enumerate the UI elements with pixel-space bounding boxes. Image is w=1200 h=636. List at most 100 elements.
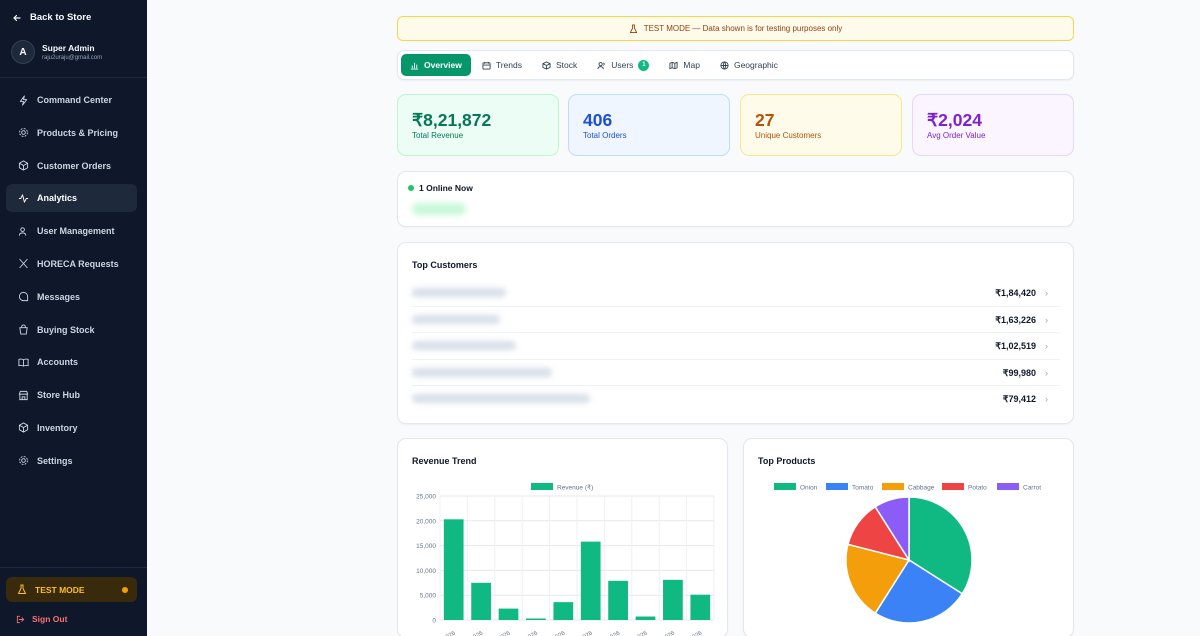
test-mode-toggle[interactable]: TEST MODE [6,577,137,602]
bar [690,594,711,620]
bag-icon [19,324,28,335]
book-icon [18,358,29,367]
sidebar-item-label: Messages [37,291,81,302]
sidebar-item-user-management[interactable]: User Management [6,217,137,245]
top-products-chart: Onion Tomato Cabbage Potato Carrot [774,483,1041,624]
stat-card-total-orders: 406 Total Orders [568,94,730,156]
bar [553,602,574,620]
divider [0,77,147,78]
stat-value: ₹8,21,872 [412,110,492,130]
sidebar-item-label: Products & Pricing [37,127,119,138]
tab-overview[interactable]: Overview [401,54,471,76]
y-tick-label: 10,000 [416,568,436,575]
sidebar-item-label: Accounts [37,357,79,368]
customer-amount: ₹1,63,226 [995,314,1036,325]
sidebar-item-horeca-requests[interactable]: HORECA Requests [6,250,137,278]
sidebar-item-command-center[interactable]: Command Center [6,86,137,114]
sidebar-item-label: Customer Orders [37,160,112,171]
stat-label: Total Orders [583,131,627,140]
tab-label: Overview [424,60,462,70]
avatar: A [11,40,35,64]
y-tick-label: 25,000 [416,494,436,501]
sidebar-item-inventory[interactable]: Inventory [6,414,137,442]
users-icon [597,61,605,69]
arrow-left-icon [13,14,21,21]
sidebar-item-label: User Management [37,226,115,237]
analytics-tabs: Overview Trends Stock Users 1 Map Geogra… [397,50,1074,80]
sidebar-item-settings[interactable]: Settings [6,447,137,475]
logout-icon [16,615,25,623]
table-row[interactable]: ₹1,63,226 › [412,307,1060,333]
card-title: Top Customers [412,260,478,270]
stat-value: 406 [583,110,613,130]
customer-name-redacted [412,341,516,350]
users-count-badge: 1 [638,59,650,71]
stat-value: ₹2,024 [927,110,982,130]
bar [580,541,601,620]
gear-icon [19,128,28,138]
legend-swatch [826,483,848,490]
sign-out-button[interactable]: Sign Out [16,614,67,624]
legend-label: Revenue (₹) [557,484,593,492]
x-tick-label: /2026 [660,630,677,636]
sidebar-item-buying-stock[interactable]: Buying Stock [6,316,137,344]
y-tick-label: 15,000 [416,543,436,550]
table-row[interactable]: ₹79,412 › [412,386,1060,413]
tab-label: Geographic [733,60,778,70]
legend-swatch [774,483,796,490]
legend-swatch [882,483,904,490]
bolt-icon [19,94,28,106]
y-tick-label: 5,000 [420,593,437,600]
sidebar-item-analytics[interactable]: Analytics [6,184,137,213]
table-row[interactable]: ₹99,980 › [412,360,1060,386]
x-tick-label: /2026 [687,630,704,636]
chevron-right-icon: › [1045,367,1048,378]
top-customers-card: Top Customers ₹1,84,420 › ₹1,63,226 › ₹1… [397,242,1074,424]
sidebar-item-products-pricing[interactable]: Products & Pricing [6,119,137,147]
back-to-store-link[interactable]: Back to Store [12,12,91,23]
revenue-trend-chart: Revenue (₹) 0 5,000 10,000 15,000 20,000 25,00… [416,483,715,636]
bar [471,582,491,620]
tab-stock[interactable]: Stock [533,54,586,76]
map-icon [669,61,678,69]
x-tick-label: /2026 [495,630,512,636]
tab-label: Users [611,60,634,70]
stat-label: Total Revenue [412,131,464,140]
online-now-card: 1 Online Now [397,171,1074,227]
test-mode-banner: TEST MODE — Data shown is for testing pu… [397,16,1074,41]
banner-text: TEST MODE — Data shown is for testing pu… [643,24,843,33]
divider [0,567,147,568]
sidebar-item-customer-orders[interactable]: Customer Orders [6,152,137,180]
online-now-label: 1 Online Now [419,183,473,193]
table-row[interactable]: ₹1,02,519 › [412,333,1060,360]
sidebar-item-label: HORECA Requests [37,258,119,269]
table-row[interactable]: ₹1,84,420 › [412,280,1060,307]
utensils-icon [19,259,28,269]
package-icon [542,60,551,70]
activity-icon [18,194,29,203]
flask-icon [629,24,637,33]
bar [498,608,519,620]
store-icon [18,390,29,400]
sidebar-item-store-hub[interactable]: Store Hub [6,381,137,409]
user-email: raju2uraju@gmail.com [42,55,103,61]
stat-label: Avg Order Value [927,131,986,140]
status-dot [122,587,128,593]
tab-map[interactable]: Map [660,54,709,76]
stat-card-unique-customers: 27 Unique Customers [740,94,902,156]
back-to-store-label: Back to Store [30,12,92,23]
users-icon [18,227,27,236]
bar [608,580,628,620]
online-user-chip[interactable] [412,203,466,215]
sidebar-item-messages[interactable]: Messages [6,283,137,311]
sidebar-item-accounts[interactable]: Accounts [6,348,137,376]
customer-name-redacted [412,288,506,297]
bar [443,519,464,620]
legend-swatch [942,483,964,490]
customer-name-redacted [412,314,500,324]
tab-geographic[interactable]: Geographic [711,54,787,76]
tab-trends[interactable]: Trends [473,54,531,76]
x-tick-label: /2026 [550,630,567,636]
calendar-icon [482,61,491,70]
tab-users[interactable]: Users 1 [588,54,658,76]
